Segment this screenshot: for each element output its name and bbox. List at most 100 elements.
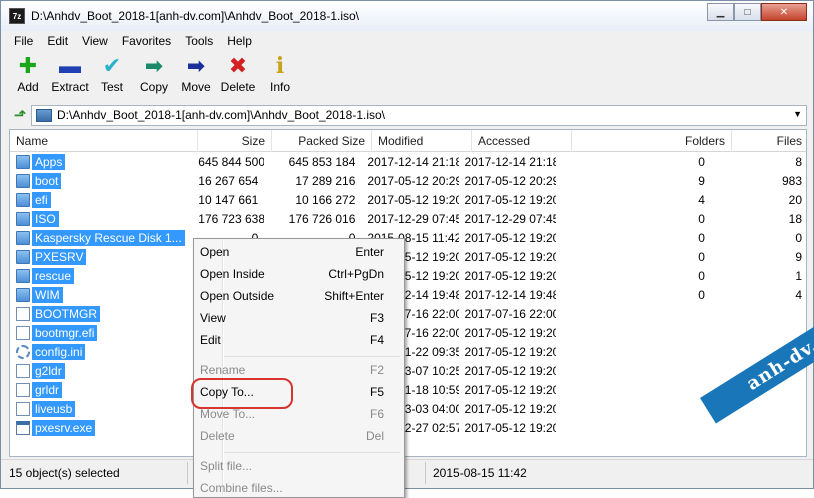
table-row[interactable]: Kaspersky Rescue Disk 1...002015-08-15 1… <box>10 228 806 247</box>
packed-size-cell: 17 289 216 <box>295 173 356 188</box>
test-button[interactable]: ✔ Test <box>91 53 133 99</box>
ctx-combine-files[interactable]: Combine files... <box>200 478 398 498</box>
ctx-split-file[interactable]: Split file... <box>200 456 398 476</box>
ctx-move-to-label: Move To... <box>200 407 256 421</box>
file-rows: Apps 645 844 500 645 853 184 2017-12-14 21:… <box>10 152 806 437</box>
menu-favorites[interactable]: Favorites <box>115 32 178 51</box>
col-packed[interactable]: Packed Size <box>272 130 372 152</box>
row-name: rescue <box>32 267 75 284</box>
table-row[interactable]: BOOTMGR 2017-07-16 22:00 2017-07-16 22:00 <box>10 304 806 323</box>
ctx-move-to-key: F6 <box>369 407 384 421</box>
ctx-copy-to-key: F5 <box>369 385 384 399</box>
chevron-down-icon[interactable]: ▼ <box>793 109 802 119</box>
info-button[interactable]: i Info <box>259 53 301 99</box>
folders-cell: 9 <box>698 173 705 188</box>
ctx-open-inside[interactable]: Open Inside Ctrl+PgDn <box>200 264 398 284</box>
col-size[interactable]: Size <box>198 130 272 152</box>
name-cell: bootmgr.efi <box>10 324 192 341</box>
menu-separator <box>224 452 400 453</box>
ctx-view[interactable]: View F3 <box>200 308 398 328</box>
menu-file[interactable]: File <box>7 32 40 51</box>
col-accessed[interactable]: Accessed <box>472 130 572 152</box>
files-cell: 8 <box>795 154 803 169</box>
column-header: Name Size Packed Size Modified Accessed … <box>10 130 806 152</box>
col-files[interactable]: Files <box>732 130 806 152</box>
folders-cell: 0 <box>698 268 705 283</box>
move-button[interactable]: ➡ Move <box>175 53 217 99</box>
ctx-open[interactable]: Open Enter <box>200 242 398 262</box>
delete-button[interactable]: ✖ Delete <box>217 53 259 99</box>
delete-icon: ✖ <box>228 53 248 78</box>
menu-edit[interactable]: Edit <box>40 32 75 51</box>
file-list[interactable]: Name Size Packed Size Modified Accessed … <box>9 129 807 457</box>
address-input[interactable]: D:\Anhdv_Boot_2018-1[anh-dv.com]\Anhdv_B… <box>31 104 807 126</box>
ctx-delete-key: Del <box>365 429 384 443</box>
ctx-rename-key: F2 <box>369 363 384 377</box>
row-name: liveusb <box>32 400 76 417</box>
ctx-view-label: View <box>200 311 226 325</box>
test-label: Test <box>100 80 123 94</box>
table-row[interactable]: grldr 2016-01-18 10:59 2017-05-12 19:20 <box>10 380 806 399</box>
file-icon <box>16 401 30 416</box>
col-name[interactable]: Name <box>10 130 198 152</box>
address-bar: ⬏ D:\Anhdv_Boot_2018-1[anh-dv.com]\Anhdv… <box>9 103 807 127</box>
ctx-edit[interactable]: Edit F4 <box>200 330 398 350</box>
table-row[interactable]: WIM 2017-12-14 19:48 2017-12-14 19:48 0 4 <box>10 285 806 304</box>
table-row[interactable]: rescue 2017-05-12 19:20 2017-05-12 19:20 0 1 <box>10 266 806 285</box>
up-folder-icon[interactable]: ⬏ <box>9 105 31 125</box>
menu-tools[interactable]: Tools <box>178 32 220 51</box>
table-row[interactable]: PXESRV 2017-05-12 19:20 2017-05-12 19:20 0 9 <box>10 247 806 266</box>
row-name: BOOTMGR <box>32 305 100 322</box>
table-row[interactable]: bootmgr.efi 2017-07-16 22:00 2017-05-12 19… <box>10 323 806 342</box>
folder-icon <box>16 173 30 188</box>
col-modified[interactable]: Modified <box>372 130 472 152</box>
table-row[interactable]: efi 10 147 661 10 166 272 2017-05-12 19:20 2… <box>10 190 806 209</box>
row-name: efi <box>32 191 51 208</box>
row-name: PXESRV <box>32 248 87 265</box>
title-bar[interactable]: 7z D:\Anhdv_Boot_2018-1[anh-dv.com]\Anhd… <box>1 1 813 31</box>
ctx-open-label: Open <box>200 245 230 259</box>
file-icon <box>16 363 30 378</box>
ctx-open-outside[interactable]: Open Outside Shift+Enter <box>200 286 398 306</box>
extract-button[interactable]: ▬ Extract <box>49 53 91 99</box>
extract-label: Extract <box>51 80 89 94</box>
ctx-delete[interactable]: Delete Del <box>200 426 398 446</box>
app-icon: 7z <box>9 8 25 24</box>
file-icon <box>16 325 30 340</box>
menu-help[interactable]: Help <box>220 32 259 51</box>
ctx-rename[interactable]: Rename F2 <box>200 360 398 380</box>
add-button[interactable]: ✚ Add <box>7 53 49 99</box>
table-row[interactable]: boot 16 267 654 17 289 216 2017-05-12 20:29… <box>10 171 806 190</box>
minimize-button[interactable]: ▁ <box>707 3 734 21</box>
packed-size-cell: 176 726 016 <box>288 211 356 226</box>
name-cell: efi <box>10 191 192 208</box>
table-row[interactable]: Apps 645 844 500 645 853 184 2017-12-14 21:… <box>10 152 806 171</box>
ctx-view-key: F3 <box>369 311 384 325</box>
table-row[interactable]: liveusb 2016-03-03 04:00 2017-05-12 19:20 <box>10 399 806 418</box>
close-button[interactable]: ✕ <box>761 3 807 21</box>
info-icon: i <box>275 53 285 79</box>
add-icon: ✚ <box>18 53 38 78</box>
ctx-open-inside-label: Open Inside <box>200 267 265 281</box>
table-row[interactable]: g2ldr 2016-03-07 10:25 2017-05-12 19:20 <box>10 361 806 380</box>
copy-to-highlight-circle <box>191 378 293 409</box>
accessed-cell: 2017-05-12 19:20 <box>464 249 556 264</box>
copy-button[interactable]: ➡ Copy <box>133 53 175 99</box>
table-row[interactable]: pxesrv.exe 2016-02-27 02:57 2017-05-12 19:… <box>10 418 806 437</box>
folder-icon <box>16 192 30 207</box>
accessed-cell: 2017-12-14 19:48 <box>464 287 556 302</box>
accessed-cell: 2017-07-16 22:00 <box>464 306 556 321</box>
row-name: pxesrv.exe <box>32 419 96 436</box>
table-row[interactable]: config.ini 2018-01-22 09:35 2017-05-12 19:… <box>10 342 806 361</box>
window-controls: ▁ □ ✕ <box>707 3 807 21</box>
col-folders[interactable]: Folders <box>572 130 732 152</box>
maximize-button[interactable]: □ <box>734 3 761 21</box>
menu-view[interactable]: View <box>75 32 115 51</box>
row-name: WIM <box>32 286 63 303</box>
table-row[interactable]: ISO 176 723 638 176 726 016 2017-12-29 07:4… <box>10 209 806 228</box>
ctx-split-file-label: Split file... <box>200 459 253 473</box>
name-cell: g2ldr <box>10 362 192 379</box>
info-label: Info <box>269 80 290 94</box>
modified-cell: 2017-12-14 21:18 <box>367 154 459 169</box>
packed-size-cell: 10 166 272 <box>295 192 356 207</box>
